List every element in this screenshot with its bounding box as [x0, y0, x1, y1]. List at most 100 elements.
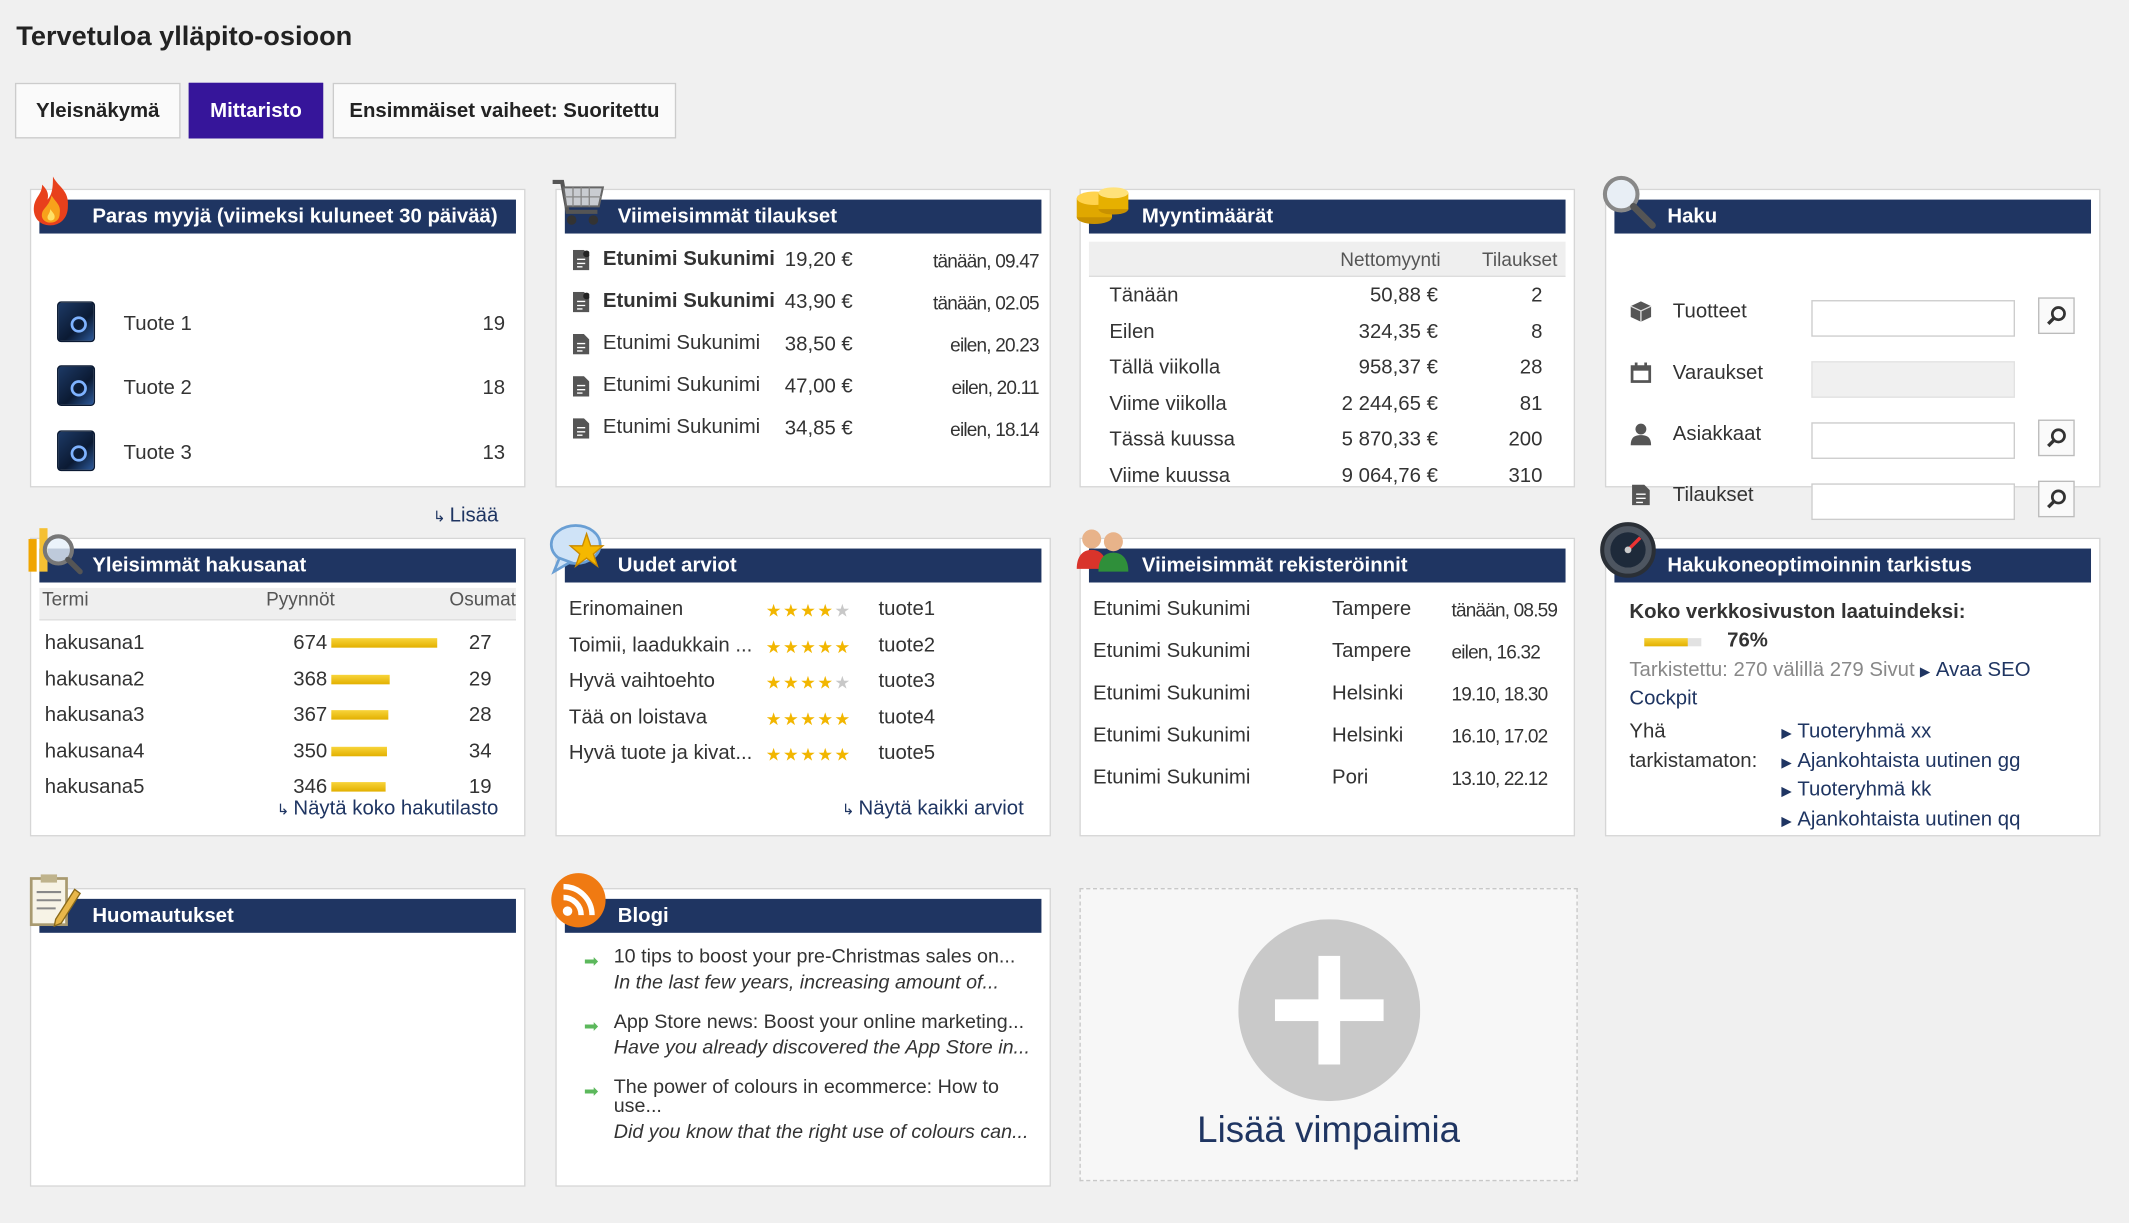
- sales-table-header: Nettomyynti Tilaukset: [1088, 241, 1566, 277]
- star-filled-icon: ★: [834, 708, 852, 729]
- best-seller-more-link[interactable]: ↳ Lisää: [433, 504, 498, 527]
- recent-orders-title: Viimeisimmät tilaukset: [617, 205, 838, 229]
- seo-unchecked-item[interactable]: ▶ Tuoteryhmä kk: [1781, 778, 1931, 801]
- speech-star-icon: [549, 524, 605, 575]
- star-filled-icon: ★: [800, 600, 818, 621]
- add-widget-button[interactable]: Lisää vimpaimia: [1079, 888, 1578, 1182]
- search-header[interactable]: Haku: [1614, 199, 2092, 234]
- order-amount: 43,90 €: [784, 290, 853, 314]
- seo-unchecked-item[interactable]: ▶ Ajankohtaista uutinen gg: [1781, 749, 2020, 772]
- star-filled-icon: ★: [782, 672, 801, 693]
- order-customer[interactable]: Etunimi Sukunimi: [603, 373, 760, 396]
- registration-time: 16.10, 17.02: [1451, 725, 1548, 747]
- keyword-term[interactable]: hakusana3: [45, 703, 145, 726]
- seo-unchecked-item[interactable]: ▶ Tuoteryhmä xx: [1781, 720, 1931, 743]
- seo-unchecked-item[interactable]: ▶ Ajankohtaista uutinen qq: [1781, 807, 2020, 830]
- seo-unchecked-label: Yhä: [1629, 719, 1666, 743]
- reviews-header[interactable]: Uudet arviot: [564, 548, 1042, 583]
- sales-net: 324,35 €: [1358, 319, 1438, 343]
- registrations-header[interactable]: Viimeisimmät rekisteröinnit: [1088, 548, 1566, 583]
- rating-stars: ★★★★★: [766, 707, 852, 730]
- star-filled-icon: ★: [800, 672, 818, 693]
- best-seller-count-1: 19: [482, 312, 506, 336]
- search-input-orders[interactable]: [1811, 483, 2015, 521]
- search-label-customers: Asiakkaat: [1672, 422, 1762, 446]
- search-button-products[interactable]: [2038, 297, 2075, 335]
- sales-orders: 8: [1531, 319, 1543, 343]
- registration-city: Tampere: [1332, 597, 1412, 621]
- registration-name[interactable]: Etunimi Sukunimi: [1093, 682, 1250, 705]
- recent-orders-header[interactable]: Viimeisimmät tilaukset: [564, 199, 1042, 234]
- blog-post-3-title[interactable]: The power of colours in ecommerce: How t…: [614, 1077, 999, 1099]
- blog-header[interactable]: Blogi: [564, 898, 1042, 933]
- keyword-term[interactable]: hakusana1: [45, 631, 145, 654]
- calendar-icon: [1630, 362, 1652, 383]
- tab-first-steps[interactable]: Ensimmäiset vaiheet: Suoritettu: [332, 82, 677, 139]
- order-customer[interactable]: Etunimi Sukunimi: [603, 415, 760, 438]
- blog-post-3-title-cont[interactable]: use...: [614, 1096, 662, 1118]
- best-seller-header[interactable]: Paras myyjä (viimeksi kuluneet 30 päivää…: [39, 199, 516, 234]
- registration-time: 13.10, 22.12: [1451, 767, 1548, 789]
- order-time: eilen, 20.23: [950, 334, 1039, 356]
- sales-title: Myyntimäärät: [1141, 205, 1274, 229]
- best-seller-item-2[interactable]: Tuote 2: [124, 376, 192, 399]
- registration-name[interactable]: Etunimi Sukunimi: [1093, 766, 1250, 789]
- review-product[interactable]: tuote3: [878, 669, 935, 692]
- search-input-reservations: [1811, 361, 2015, 398]
- blog-post-2-title[interactable]: App Store news: Boost your online market…: [614, 1012, 1024, 1034]
- seo-cockpit-link-cont[interactable]: Cockpit: [1629, 687, 1697, 710]
- keyword-request-bar: [331, 710, 389, 720]
- sales-col-net: Nettomyynti: [1340, 248, 1441, 271]
- best-seller-item-1[interactable]: Tuote 1: [124, 312, 192, 335]
- person-icon: [1630, 423, 1652, 446]
- order-customer[interactable]: Etunimi Sukunimi: [603, 289, 775, 312]
- blog-post-3-excerpt: Did you know that the right use of colou…: [613, 1121, 1029, 1144]
- star-filled-icon: ★: [765, 600, 783, 621]
- review-product[interactable]: tuote1: [878, 597, 935, 620]
- order-customer[interactable]: Etunimi Sukunimi: [603, 331, 760, 354]
- registration-name[interactable]: Etunimi Sukunimi: [1093, 597, 1250, 620]
- chart-magnifier-icon: [28, 528, 83, 575]
- keyword-term[interactable]: hakusana5: [45, 775, 145, 798]
- keyword-request-bar: [331, 638, 438, 648]
- search-button-orders[interactable]: [2038, 480, 2075, 518]
- sales-period: Viime kuussa: [1109, 463, 1231, 487]
- triangle-right-icon: ▶: [1919, 665, 1931, 681]
- search-button-customers[interactable]: [2038, 419, 2075, 457]
- search-input-products[interactable]: [1811, 300, 2015, 337]
- tab-dashboard[interactable]: Mittaristo: [188, 82, 324, 139]
- sales-orders: 310: [1508, 463, 1543, 487]
- reviews-all-link[interactable]: ↳ Näytä kaikki arviot: [842, 797, 1024, 820]
- seo-header[interactable]: Hakukoneoptimoinnin tarkistus: [1614, 548, 2092, 583]
- return-arrow-icon: ↳: [433, 509, 446, 526]
- search-widget: Haku Tuotteet Varaukset Asiakkaat Tilauk…: [1602, 175, 2101, 521]
- keyword-hits: 27: [468, 631, 492, 655]
- review-product[interactable]: tuote2: [878, 633, 935, 656]
- keyword-requests: 368: [293, 667, 328, 691]
- star-empty-icon: ★: [834, 600, 851, 621]
- tab-overview[interactable]: Yleisnäkymä: [14, 82, 181, 139]
- sales-period: Tällä viikolla: [1109, 355, 1221, 379]
- seo-cockpit-link[interactable]: ▶ Avaa SEO: [1920, 659, 2031, 682]
- order-time: tänään, 09.47: [933, 249, 1040, 272]
- arrow-right-icon: ➡: [583, 950, 599, 971]
- review-product[interactable]: tuote5: [878, 741, 935, 764]
- search-input-customers[interactable]: [1811, 422, 2015, 459]
- keywords-header[interactable]: Yleisimmät hakusanat: [39, 548, 516, 583]
- keyword-term[interactable]: hakusana4: [45, 739, 145, 762]
- star-filled-icon: ★: [817, 672, 835, 693]
- registration-name[interactable]: Etunimi Sukunimi: [1093, 724, 1250, 747]
- seo-quality-value: 76%: [1727, 628, 1768, 652]
- review-product[interactable]: tuote4: [878, 705, 935, 728]
- keyword-term[interactable]: hakusana2: [45, 667, 145, 690]
- blog-post-1-title[interactable]: 10 tips to boost your pre-Christmas sale…: [614, 946, 1016, 968]
- review-text: Hyvä tuote ja kivat...: [568, 741, 753, 765]
- order-customer[interactable]: Etunimi Sukunimi: [603, 247, 775, 270]
- notes-header[interactable]: Huomautukset: [39, 898, 516, 933]
- sales-header[interactable]: Myyntimäärät: [1088, 199, 1566, 234]
- review-text: Tää on loistava: [568, 705, 708, 729]
- registration-name[interactable]: Etunimi Sukunimi: [1093, 640, 1250, 663]
- magnifier-icon: [1602, 175, 1656, 229]
- best-seller-item-3[interactable]: Tuote 3: [124, 441, 192, 464]
- keywords-full-stats-link[interactable]: ↳ Näytä koko hakutilasto: [277, 797, 499, 820]
